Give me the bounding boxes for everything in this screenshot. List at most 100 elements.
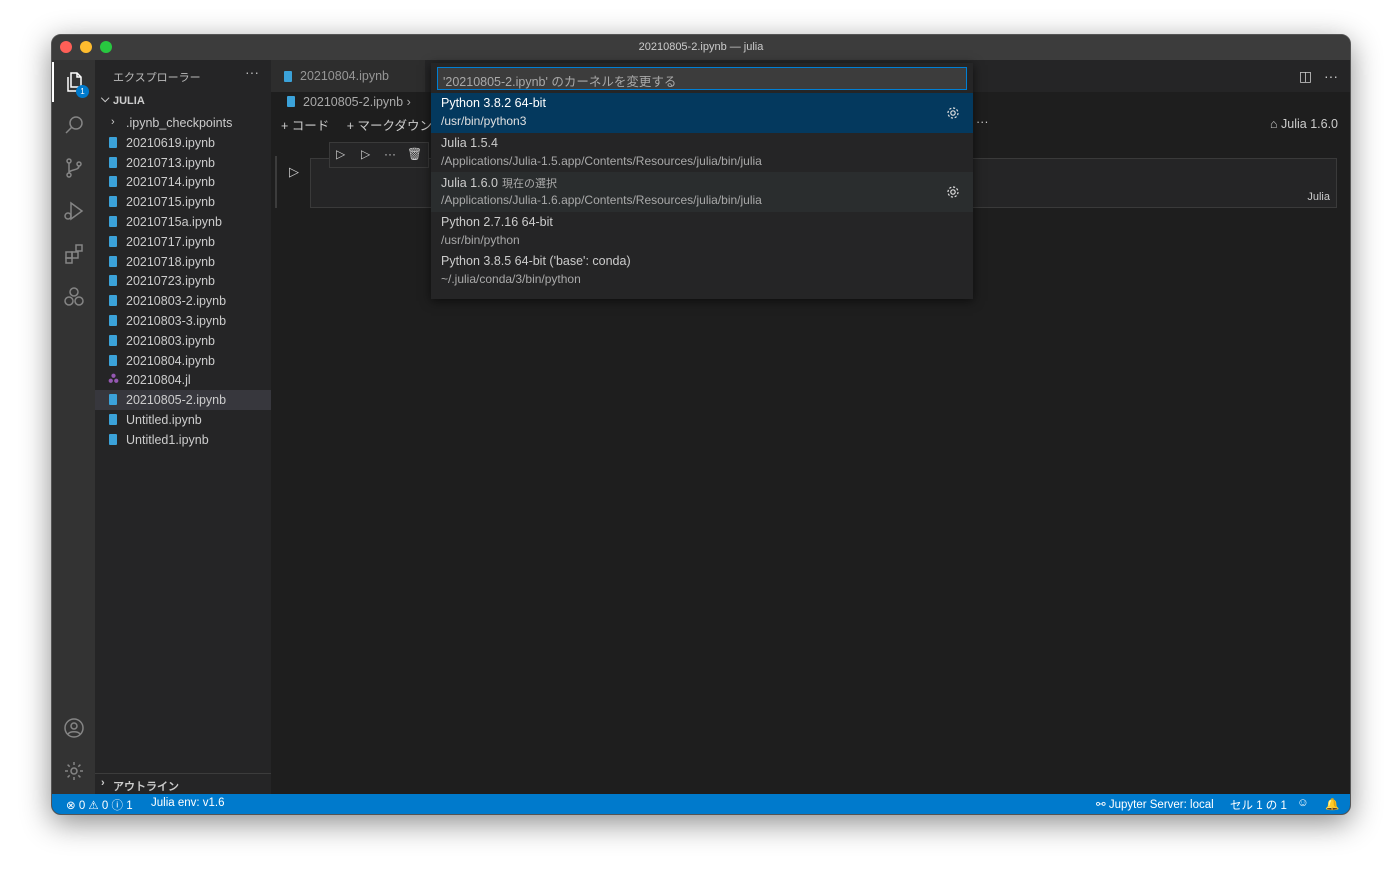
file-item[interactable]: 20210718.ipynb: [95, 252, 271, 272]
file-item[interactable]: 20210804.jl: [95, 370, 271, 390]
accounts-icon[interactable]: [52, 708, 95, 748]
notebook-more-button[interactable]: ···: [976, 115, 989, 129]
file-label: 20210718.ipynb: [126, 254, 215, 269]
chevron-right-icon: ›: [101, 777, 105, 789]
file-item[interactable]: 20210619.ipynb: [95, 133, 271, 153]
kernel-option-name: Julia 1.6.0: [441, 176, 498, 191]
explorer-title: エクスプローラー: [113, 72, 201, 84]
feedback-icon[interactable]: ☺: [1297, 797, 1309, 809]
file-item[interactable]: 20210803-2.ipynb: [95, 291, 271, 311]
file-item[interactable]: 20210805-2.ipynb: [95, 390, 271, 411]
kernel-option[interactable]: Python 2.7.16 64-bit/usr/bin/python: [431, 212, 973, 252]
file-label: 20210717.ipynb: [126, 234, 215, 249]
notebook-file-icon: [109, 433, 117, 445]
kernel-option-label: Python 3.8.2 64-bit: [441, 96, 546, 110]
kernel-option-path: /usr/bin/python: [441, 232, 520, 247]
run-cell-icon[interactable]: ▷: [289, 164, 299, 180]
file-label: 20210805-2.ipynb: [126, 393, 227, 408]
cell-more-button[interactable]: ···: [384, 147, 396, 161]
tab-label: 20210804.ipynb: [300, 69, 389, 83]
kernel-picker[interactable]: ⌂ Julia 1.6.0: [1270, 117, 1338, 131]
breadcrumb[interactable]: 20210805-2.ipynb ›: [287, 95, 411, 109]
kernel-option-label: Python 2.7.16 64-bit: [441, 215, 553, 229]
current-selection-tag: 現在の選択: [501, 178, 557, 191]
file-item[interactable]: Untitled1.ipynb: [95, 430, 271, 450]
jupyter-server-label: Jupyter Server: local: [1108, 799, 1214, 811]
run-debug-icon[interactable]: [52, 191, 95, 231]
editor-more-button[interactable]: ···: [1324, 68, 1338, 84]
activity-bar: 1: [52, 60, 95, 794]
add-code-cell-button[interactable]: + コード: [281, 119, 329, 133]
cell-language[interactable]: Julia: [1307, 191, 1330, 203]
search-icon[interactable]: [52, 105, 95, 145]
kernel-option[interactable]: Julia 1.6.0 現在の選択/Applications/Julia-1.6.…: [431, 172, 973, 213]
notebook-file-icon: [287, 96, 295, 107]
cell-toolbar: ▷ ▷ ··· 🗑: [329, 142, 429, 168]
notebook-toolbar: + コード + マークダウン ···: [281, 115, 989, 134]
run-above-icon[interactable]: ▷: [336, 147, 345, 161]
file-label: 20210715a.ipynb: [126, 215, 222, 229]
kernel-option[interactable]: Julia 1.5.4/Applications/Julia-1.5.app/C…: [431, 133, 973, 173]
source-control-icon[interactable]: [52, 148, 95, 188]
file-item[interactable]: 20210713.ipynb: [95, 153, 271, 173]
delete-cell-icon[interactable]: 🗑: [407, 147, 422, 161]
gear-icon[interactable]: [945, 105, 961, 121]
kernel-search-input[interactable]: '20210805-2.ipynb' のカーネルを変更する: [437, 67, 967, 90]
notebook-file-icon: [109, 394, 117, 406]
kernel-option-name: Python 3.8.2 64-bit: [441, 96, 546, 110]
julia-file-icon: [108, 374, 119, 384]
file-label: 20210715.ipynb: [126, 195, 215, 210]
notifications-bell-icon[interactable]: 🔔: [1325, 797, 1339, 811]
explorer-sidebar: エクスプローラー ··· ⌵ JULIA › .ipynb_checkpoints…: [95, 60, 271, 794]
tab-20210804[interactable]: 20210804.ipynb: [271, 60, 425, 92]
kernel-search-placeholder: '20210805-2.ipynb' のカーネルを変更する: [443, 75, 677, 89]
vscode-window: 20210805-2.ipynb — julia 1 エクスプローラー ··· …: [51, 34, 1351, 815]
file-label: 20210804.jl: [126, 373, 191, 388]
kernel-option-path: /Applications/Julia-1.6.app/Contents/Res…: [441, 193, 762, 208]
notebook-file-icon: [109, 354, 117, 366]
gear-icon[interactable]: [945, 184, 961, 200]
file-item[interactable]: 20210714.ipynb: [95, 172, 271, 192]
file-label: Untitled1.ipynb: [126, 432, 209, 447]
explorer-more-button[interactable]: ···: [245, 64, 259, 80]
kernel-option-label: Python 3.8.5 64-bit ('base': conda): [441, 254, 631, 268]
notebook-file-icon: [109, 315, 117, 326]
kernel-option-path: ~/.julia/conda/3/bin/python: [441, 272, 581, 287]
notebook-file-icon: [109, 176, 117, 188]
split-editor-icon[interactable]: ◫: [1299, 68, 1312, 84]
file-item[interactable]: 20210717.ipynb: [95, 232, 271, 252]
run-below-icon[interactable]: ▷: [361, 147, 370, 161]
file-item[interactable]: 20210723.ipynb: [95, 271, 271, 291]
outline-label: アウトライン: [113, 781, 179, 793]
file-item[interactable]: 20210715a.ipynb: [95, 212, 271, 232]
add-markdown-cell-button[interactable]: + マークダウン: [347, 119, 432, 133]
file-item[interactable]: 20210803-3.ipynb: [95, 311, 271, 331]
julia-env-indicator[interactable]: Julia env: v1.6: [151, 797, 225, 809]
problems-indicator[interactable]: ⊗ 0 ⚠ 0 ⓘ 1: [66, 797, 133, 813]
jupyter-server-indicator[interactable]: ⚯ Jupyter Server: local: [1096, 797, 1214, 811]
notebook-file-icon: [109, 196, 117, 208]
file-item[interactable]: Untitled.ipynb: [95, 410, 271, 430]
file-item[interactable]: › .ipynb_checkpoints: [95, 113, 271, 133]
file-item[interactable]: 20210803.ipynb: [95, 331, 271, 351]
kernel-quick-pick: '20210805-2.ipynb' のカーネルを変更する Python 3.8…: [431, 63, 973, 299]
kernel-option-label: Julia 1.6.0 現在の選択: [441, 175, 557, 191]
folder-julia[interactable]: ⌵ JULIA: [95, 93, 271, 111]
file-label: 20210619.ipynb: [126, 135, 215, 150]
explorer-icon[interactable]: 1: [52, 62, 95, 102]
kernel-option[interactable]: Python 3.8.5 64-bit ('base': conda) ~/.ju…: [431, 251, 973, 291]
extensions-icon[interactable]: [52, 234, 95, 274]
file-item[interactable]: 20210804.ipynb: [95, 351, 271, 371]
cell-position-indicator[interactable]: セル 1 の 1: [1230, 797, 1287, 813]
kernel-icon: ⌂: [1269, 117, 1278, 131]
notebook-file-icon: [109, 255, 117, 267]
outline-section[interactable]: › アウトライン: [95, 773, 271, 795]
settings-gear-icon[interactable]: [52, 751, 95, 791]
chevron-down-icon: ⌵: [101, 93, 110, 105]
file-item[interactable]: 20210715.ipynb: [95, 192, 271, 212]
kernel-option-name: Julia 1.5.4: [441, 135, 498, 150]
kernel-option[interactable]: Python 3.8.2 64-bit/usr/bin/python3: [431, 93, 973, 133]
notebook-file-icon: [109, 156, 117, 168]
file-label: 20210714.ipynb: [126, 175, 215, 190]
jupyter-icon[interactable]: [52, 277, 95, 317]
